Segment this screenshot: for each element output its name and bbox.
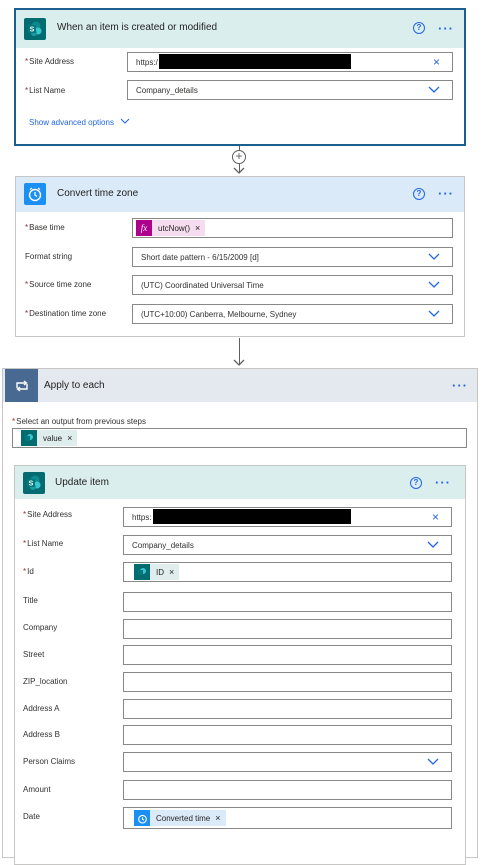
sharepoint-icon: [134, 564, 150, 580]
redacted-url: [153, 509, 351, 524]
destination-time-zone-dropdown[interactable]: (UTC+10:00) Canberra, Melbourne, Sydney: [132, 304, 453, 324]
id-label: *Id: [23, 567, 34, 576]
update-title: Update item: [55, 477, 109, 488]
source-time-zone-label: *Source time zone: [25, 280, 92, 289]
more-options-icon[interactable]: ···: [452, 379, 468, 392]
apply-to-each-card[interactable]: Apply to each ··· *Select an output from…: [2, 368, 478, 865]
address-b-field[interactable]: [123, 725, 452, 745]
update-item-card[interactable]: S Update item ? ··· *Site Address https:…: [14, 465, 466, 865]
zip-location-label: ZIP_location: [23, 677, 68, 686]
base-time-field[interactable]: fx utcNow() ×: [132, 218, 453, 238]
amount-label: Amount: [23, 785, 51, 794]
base-time-label: *Base time: [25, 223, 65, 232]
source-time-zone-dropdown[interactable]: (UTC) Coordinated Universal Time: [132, 275, 453, 295]
expression-token[interactable]: fx utcNow() ×: [136, 220, 206, 236]
list-name-dropdown[interactable]: Company_details: [127, 80, 453, 100]
chevron-down-icon: [120, 118, 130, 124]
trigger-header[interactable]: S When an item is created or modified ? …: [16, 10, 464, 48]
id-token[interactable]: ID ×: [134, 564, 180, 580]
select-output-label: *Select an output from previous steps: [12, 417, 146, 426]
remove-token-icon[interactable]: ×: [215, 813, 220, 823]
address-a-field[interactable]: [123, 699, 452, 719]
chevron-down-icon: [427, 541, 439, 548]
person-claims-label: Person Claims: [23, 757, 76, 766]
format-string-label: Format string: [25, 252, 73, 261]
chevron-down-icon: [428, 310, 440, 317]
loop-icon: [5, 369, 38, 402]
trigger-card[interactable]: S When an item is created or modified ? …: [15, 9, 465, 145]
convert-header[interactable]: Convert time zone ? ···: [16, 177, 464, 212]
svg-text:S: S: [29, 481, 34, 488]
clock-icon: [134, 810, 150, 826]
chevron-down-icon: [428, 86, 440, 93]
person-claims-dropdown[interactable]: [123, 752, 452, 772]
site-address-label: *Site Address: [25, 57, 75, 66]
clock-icon: [24, 183, 46, 205]
chevron-down-icon: [428, 281, 440, 288]
title-label: Title: [23, 596, 38, 605]
date-field[interactable]: Converted time ×: [123, 807, 452, 829]
format-string-dropdown[interactable]: Short date pattern - 6/15/2009 [d]: [132, 247, 453, 267]
apply-header[interactable]: Apply to each ···: [3, 369, 477, 402]
arrow-down-icon: [233, 167, 245, 174]
trigger-title: When an item is created or modified: [57, 22, 218, 33]
help-icon[interactable]: ?: [410, 477, 422, 489]
site-address-label: *Site Address: [23, 510, 73, 519]
show-advanced-options-link[interactable]: Show advanced options: [29, 118, 130, 127]
street-field[interactable]: [123, 645, 452, 665]
help-icon[interactable]: ?: [413, 188, 425, 200]
update-header[interactable]: S Update item ? ···: [15, 466, 465, 499]
destination-time-zone-label: *Destination time zone: [25, 309, 107, 318]
more-options-icon[interactable]: ···: [438, 187, 454, 200]
chevron-down-icon: [427, 758, 439, 765]
address-b-label: Address B: [23, 730, 60, 739]
list-name-label: *List Name: [25, 86, 66, 95]
convert-title: Convert time zone: [57, 188, 139, 199]
convert-time-zone-card[interactable]: Convert time zone ? ··· *Base time fx ut…: [15, 176, 465, 337]
redacted-url: [159, 54, 351, 69]
value-token[interactable]: value ×: [21, 430, 78, 446]
more-options-icon[interactable]: ···: [438, 22, 454, 35]
select-output-field[interactable]: value ×: [12, 428, 467, 448]
company-label: Company: [23, 623, 58, 632]
converted-time-token[interactable]: Converted time ×: [134, 810, 226, 826]
date-label: Date: [23, 812, 40, 821]
more-options-icon[interactable]: ···: [435, 476, 451, 489]
remove-token-icon[interactable]: ×: [169, 567, 174, 577]
help-icon[interactable]: ?: [413, 22, 425, 34]
list-name-label: *List Name: [23, 539, 64, 548]
address-a-label: Address A: [23, 704, 60, 713]
chevron-down-icon: [428, 253, 440, 260]
sharepoint-icon: S: [23, 472, 45, 494]
apply-title: Apply to each: [44, 380, 105, 391]
sharepoint-icon: S: [24, 18, 46, 40]
remove-token-icon[interactable]: ×: [195, 223, 200, 233]
title-field[interactable]: [123, 592, 452, 612]
id-field[interactable]: ID ×: [123, 562, 452, 582]
clear-icon[interactable]: ×: [432, 511, 439, 523]
street-label: Street: [23, 650, 45, 659]
sharepoint-icon: [21, 430, 37, 446]
company-field[interactable]: [123, 619, 452, 639]
zip-location-field[interactable]: [123, 672, 452, 692]
arrow-down-icon: [233, 359, 245, 366]
amount-field[interactable]: [123, 780, 452, 800]
list-name-dropdown[interactable]: Company_details: [123, 535, 452, 555]
add-step-icon[interactable]: +: [232, 150, 246, 164]
expression-fx-icon: fx: [136, 220, 152, 236]
svg-text:S: S: [30, 27, 35, 34]
clear-icon[interactable]: ×: [433, 56, 440, 68]
remove-token-icon[interactable]: ×: [67, 433, 72, 443]
